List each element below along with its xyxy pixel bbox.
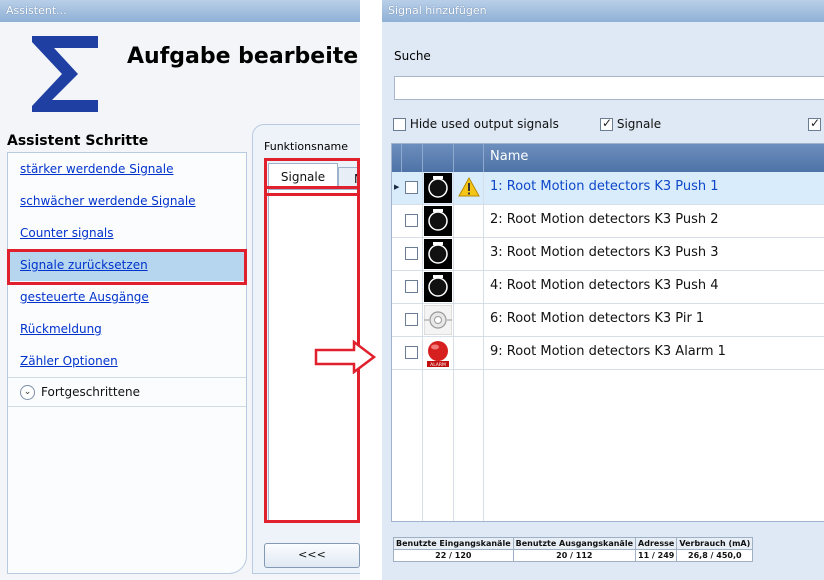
column-header-name[interactable]: Name <box>490 149 528 164</box>
signal-name: 4: Root Motion detectors K3 Push 4 <box>490 278 719 293</box>
arrow-right-icon <box>314 340 376 374</box>
grid-header: Name <box>392 144 824 172</box>
table-row[interactable]: ALARM 9: Root Motion detectors K3 Alarm … <box>392 337 824 370</box>
signal-name: 9: Root Motion detectors K3 Alarm 1 <box>490 344 726 359</box>
footer-value-address: 11 / 249 <box>634 549 678 562</box>
sigma-logo-icon <box>32 36 98 112</box>
table-row[interactable]: 6: Root Motion detectors K3 Pir 1 <box>392 304 824 337</box>
footer-value-output-channels: 20 / 112 <box>512 549 637 562</box>
third-checkbox[interactable] <box>808 116 821 131</box>
steps-heading: Assistent Schritte <box>7 133 149 149</box>
signal-grid: Name ▶ 1: Root Motion detectors K3 Push … <box>391 143 824 522</box>
advanced-expander[interactable]: ⌄ Fortgeschrittene <box>8 377 246 407</box>
steps-panel: stärker werdende Signale schwächer werde… <box>7 152 247 574</box>
row-checkbox[interactable] <box>405 280 418 293</box>
signal-name: 6: Root Motion detectors K3 Pir 1 <box>490 311 705 326</box>
row-pointer-icon: ▶ <box>394 183 400 191</box>
step-schwaecher-werdende-signale[interactable]: schwächer werdende Signale <box>8 185 246 217</box>
signals-option-label: Signale <box>616 117 662 131</box>
step-counter-signals[interactable]: Counter signals <box>8 217 246 249</box>
chevron-down-icon: ⌄ <box>20 385 35 400</box>
signal-name: 3: Root Motion detectors K3 Push 3 <box>490 245 719 260</box>
push-button-icon <box>424 272 452 302</box>
function-name-label: Funktionsname <box>264 140 349 153</box>
push-button-icon <box>424 239 452 269</box>
footer-header-consumption: Verbrauch (mA) <box>676 537 754 550</box>
step-staerker-werdende-signale[interactable]: stärker werdende Signale <box>8 153 246 185</box>
hide-used-checkbox[interactable] <box>393 118 406 131</box>
row-checkbox[interactable] <box>405 181 418 194</box>
footer-header-address: Adresse <box>634 537 678 550</box>
tab-signale[interactable]: Signale <box>268 163 338 190</box>
signals-checkbox[interactable] <box>600 116 613 131</box>
signals-option[interactable]: Signale <box>600 116 662 131</box>
signal-name: 1: Root Motion detectors K3 Push 1 <box>490 179 719 194</box>
channel-usage-table: Benutzte Eingangskanäle Benutzte Ausgang… <box>393 537 754 562</box>
footer-header-output-channels: Benutzte Ausgangskanäle <box>512 537 637 550</box>
hide-used-output-signals-option[interactable]: Hide used output signals <box>393 117 559 131</box>
step-signale-zuruecksetzen[interactable]: Signale zurücksetzen <box>8 249 246 281</box>
row-checkbox[interactable] <box>405 346 418 359</box>
row-checkbox[interactable] <box>405 313 418 326</box>
table-row[interactable]: 2: Root Motion detectors K3 Push 2 <box>392 205 824 238</box>
svg-text:ALARM: ALARM <box>430 362 446 368</box>
back-button[interactable]: <<< <box>264 543 360 568</box>
row-checkbox[interactable] <box>405 214 418 227</box>
table-row[interactable]: 3: Root Motion detectors K3 Push 3 <box>392 238 824 271</box>
step-rueckmeldung[interactable]: Rückmeldung <box>8 313 246 345</box>
step-gesteuerte-ausgaenge[interactable]: gesteuerte Ausgänge <box>8 281 246 313</box>
table-row[interactable]: ▶ 1: Root Motion detectors K3 Push 1 <box>392 172 824 205</box>
assistant-window: Assistent... Aufgabe bearbeiten Assisten… <box>0 0 360 580</box>
tab-next[interactable]: N <box>338 167 360 190</box>
signal-dialog-title-bar: Signal hinzufügen <box>382 0 824 22</box>
push-button-icon <box>424 173 452 203</box>
task-title: Aufgabe bearbeiten <box>127 44 360 69</box>
row-checkbox[interactable] <box>405 247 418 260</box>
footer-header-input-channels: Benutzte Eingangskanäle <box>393 537 514 550</box>
table-row[interactable]: 4: Root Motion detectors K3 Push 4 <box>392 271 824 304</box>
assistant-title-bar: Assistent... <box>0 0 360 22</box>
search-input[interactable] <box>394 76 824 100</box>
alarm-icon: ALARM <box>427 341 449 368</box>
third-option[interactable] <box>808 116 821 131</box>
pir-sensor-icon <box>424 305 452 335</box>
signal-dialog: Signal hinzufügen Suche Hide used output… <box>382 0 824 580</box>
hide-used-label: Hide used output signals <box>409 117 559 131</box>
search-label: Suche <box>394 49 431 63</box>
step-zaehler-optionen[interactable]: Zähler Optionen <box>8 345 246 377</box>
signal-name: 2: Root Motion detectors K3 Push 2 <box>490 212 719 227</box>
footer-value-consumption: 26,8 / 450,0 <box>676 549 754 562</box>
advanced-label: Fortgeschrittene <box>41 385 140 399</box>
push-button-icon <box>424 206 452 236</box>
warning-icon <box>458 177 480 197</box>
footer-value-input-channels: 22 / 120 <box>393 549 514 562</box>
status-footer: Benutzte Eingangskanäle Benutzte Ausgang… <box>393 537 754 562</box>
